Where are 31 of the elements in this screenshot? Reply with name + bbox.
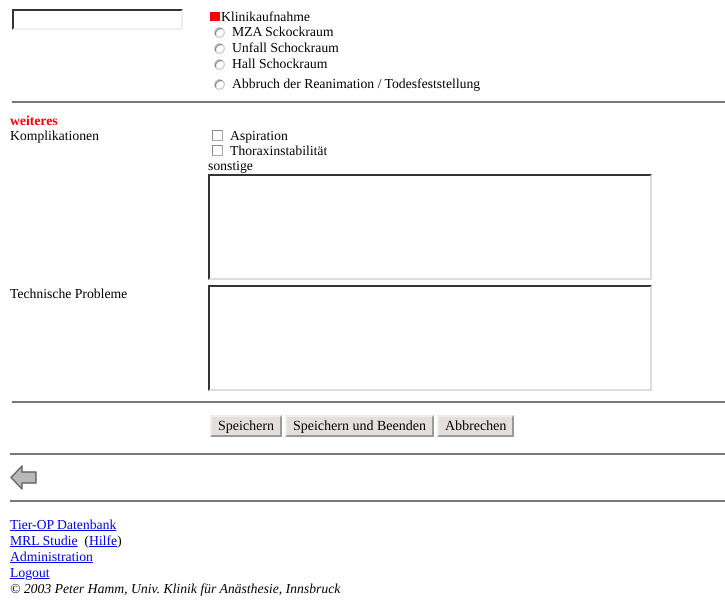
- radio-button[interactable]: [214, 78, 225, 90]
- radio-button[interactable]: [214, 58, 225, 70]
- group-label: Klinikaufnahme: [221, 9, 310, 24]
- help-link[interactable]: Hilfe: [88, 533, 118, 548]
- field-label: Technische Probleme: [10, 286, 128, 301]
- radio-label: MZA Sckockraum: [232, 24, 334, 40]
- nav-link[interactable]: Tier-OP Datenbank: [10, 517, 116, 532]
- text-field[interactable]: [12, 9, 183, 30]
- checkbox-label: Aspiration: [230, 128, 288, 143]
- field-label: sonstige: [208, 158, 253, 173]
- radio-button[interactable]: [214, 26, 225, 38]
- nav-link[interactable]: Administration: [10, 549, 93, 564]
- radio-label: Unfall Schockraum: [232, 40, 339, 56]
- copyright-text: © 2003 Peter Hamm, Univ. Klinik für Anästhesie, Innsbruck: [10, 581, 340, 596]
- back-arrow-icon[interactable]: [10, 464, 38, 491]
- link-line: MRL Studie (Hilfe): [10, 533, 122, 548]
- form-button[interactable]: Speichern und Beenden: [284, 415, 434, 437]
- form-button[interactable]: Speichern: [210, 415, 282, 437]
- checkbox-label: Thoraxinstabilität: [230, 143, 328, 158]
- section-heading: weiteres: [10, 113, 58, 128]
- nav-link[interactable]: Logout: [10, 565, 50, 580]
- checkbox[interactable]: [212, 145, 223, 156]
- radio-button[interactable]: [214, 42, 225, 54]
- text-area[interactable]: [208, 174, 652, 280]
- radio-label: Hall Schockraum: [232, 56, 328, 72]
- radio-label: Abbruch der Reanimation / Todesfeststellung: [232, 76, 480, 92]
- text-area[interactable]: [208, 285, 652, 391]
- form-button[interactable]: Abbrechen: [436, 415, 514, 437]
- checkbox[interactable]: [212, 130, 223, 141]
- field-label: Komplikationen: [10, 128, 99, 143]
- nav-link[interactable]: MRL Studie: [10, 533, 78, 548]
